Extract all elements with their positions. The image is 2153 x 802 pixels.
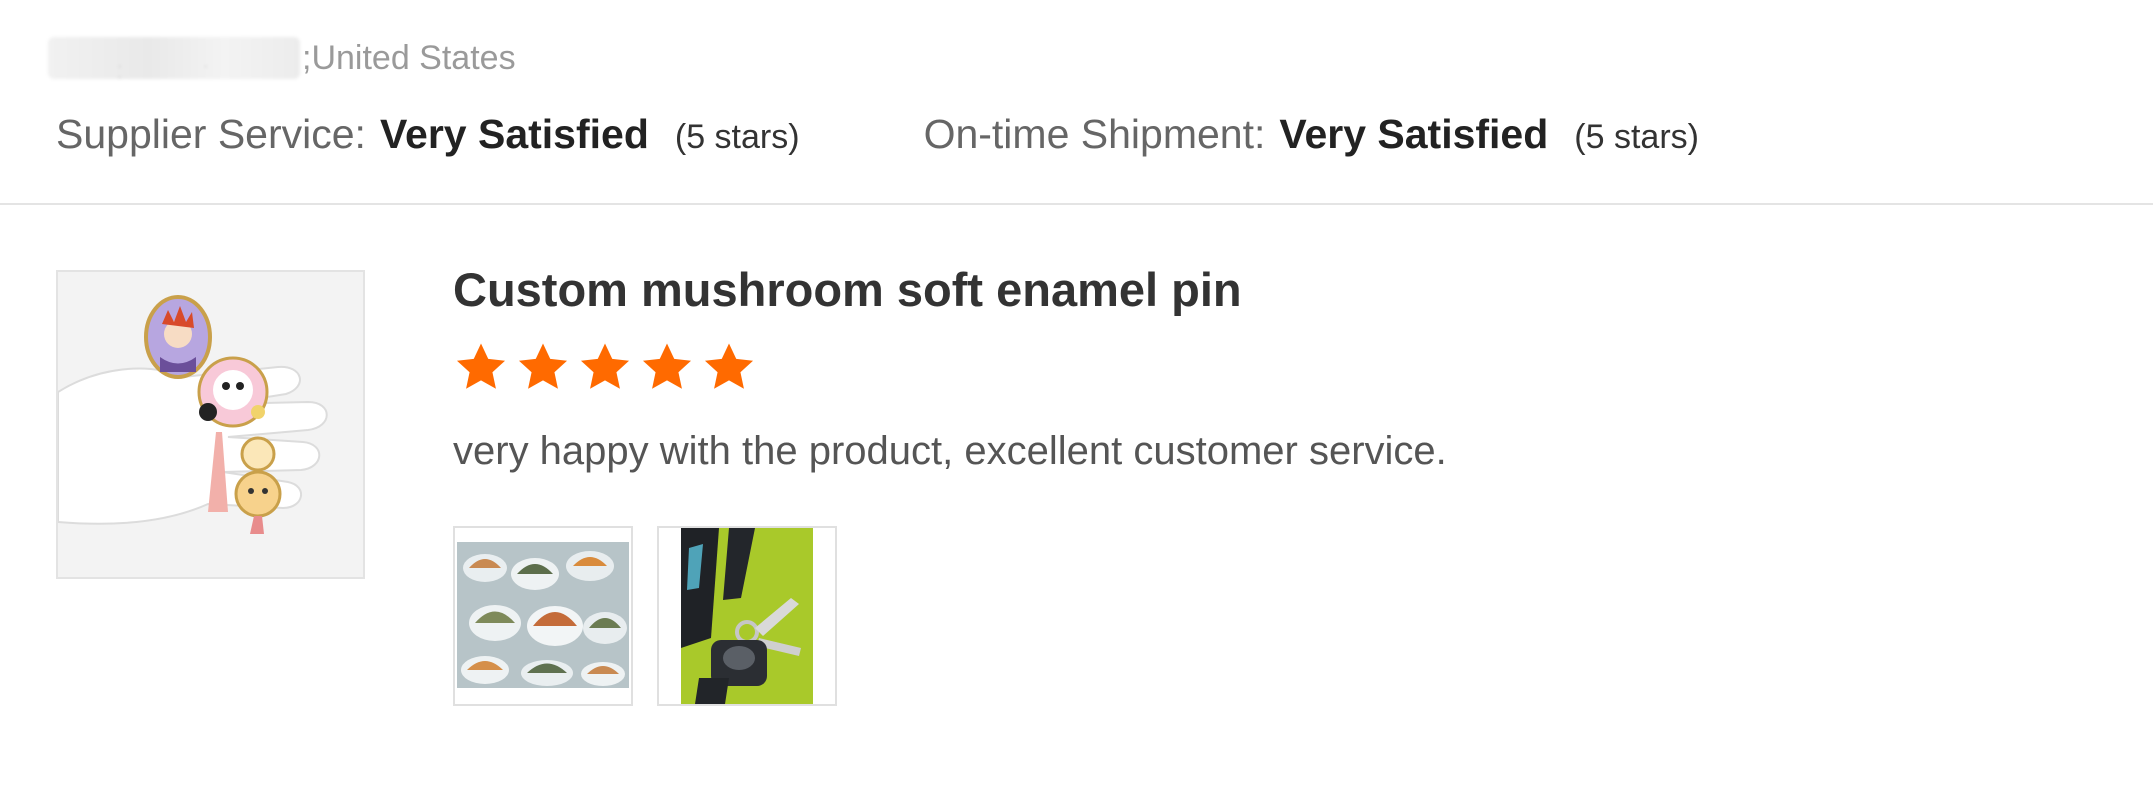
reviewer-info: · · · ;United States [48,36,516,83]
supplier-service-rating: Supplier Service: Very Satisfied (5 star… [56,111,800,158]
star-icon [642,343,692,389]
ratings-summary: Supplier Service: Very Satisfied (5 star… [56,104,1699,164]
review-photos [453,526,2053,706]
reviewer-location: ;United States [302,38,516,77]
shipment-rating: On-time Shipment: Very Satisfied (5 star… [924,111,1699,158]
rating-label: Supplier Service: [56,110,366,157]
review-content: Custom mushroom soft enamel pin very hap… [453,260,2053,706]
star-icon [456,343,506,389]
review-comment: very happy with the product, excellent c… [453,429,1447,473]
review-photo-thumbnail[interactable] [453,526,633,706]
review-photo-thumbnail[interactable] [657,526,837,706]
star-icon [518,343,568,389]
review-item: Custom mushroom soft enamel pin very hap… [0,205,2153,802]
review-header: · · · ;United States Supplier Service: V… [0,0,2153,205]
rating-label: On-time Shipment: [923,110,1266,157]
product-image [58,272,363,577]
star-icon [704,343,754,389]
product-thumbnail[interactable] [56,270,365,579]
star-rating [453,340,2053,396]
rating-value: Very Satisfied [1279,110,1549,157]
mushroom-pins-photo [455,528,631,704]
rating-count: (5 stars) [674,117,800,156]
lanyard-keys-photo [659,528,835,704]
reviewer-name-redacted: · · · [48,37,300,83]
rating-value: Very Satisfied [379,110,649,157]
rating-count: (5 stars) [1574,117,1699,156]
star-icon [580,343,630,389]
product-title[interactable]: Custom mushroom soft enamel pin [453,260,2053,320]
